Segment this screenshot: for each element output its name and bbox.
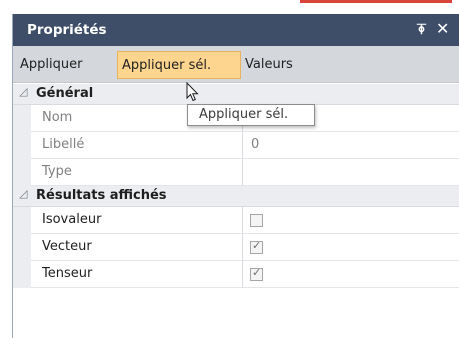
property-name: Vecteur (31, 234, 243, 261)
apply-selected-button[interactable]: Appliquer sél. (117, 51, 241, 79)
check-icon: ✓ (252, 266, 262, 279)
row-margin (13, 159, 31, 186)
apply-button[interactable]: Appliquer (17, 51, 99, 79)
pin-icon[interactable]: ⍕ (417, 20, 426, 38)
row-margin (13, 234, 31, 261)
property-row-tenseur[interactable]: Tenseur ✓ (13, 261, 459, 288)
row-margin (13, 261, 31, 288)
property-row-isovaleur[interactable]: Isovaleur (13, 207, 459, 234)
top-accent-line (300, 0, 452, 3)
property-name: Isovaleur (31, 207, 243, 234)
tooltip: Appliquer sél. (187, 104, 315, 126)
category-label: Résultats affichés (36, 188, 167, 203)
tenseur-checkbox[interactable]: ✓ (250, 266, 263, 281)
top-strip (0, 0, 459, 14)
property-value[interactable] (244, 159, 251, 186)
property-row-libelle[interactable]: Libellé 0 (13, 132, 459, 159)
properties-panel: Propriétés ⍕ ✕ Appliquer Appliquer sél. … (12, 14, 459, 338)
category-general[interactable]: ◿ Général (13, 84, 459, 105)
close-icon[interactable]: ✕ (436, 19, 449, 38)
panel-title: Propriétés (27, 22, 107, 38)
row-margin (13, 132, 31, 159)
collapse-icon[interactable]: ◿ (19, 85, 27, 98)
row-margin (13, 105, 31, 132)
property-row-vecteur[interactable]: Vecteur ✓ (13, 234, 459, 261)
panel-title-bar: Propriétés ⍕ ✕ (13, 14, 459, 46)
check-icon: ✓ (252, 239, 262, 252)
property-name: Libellé (31, 132, 243, 159)
values-button[interactable]: Valeurs (243, 51, 303, 79)
toolbar: Appliquer Appliquer sél. Valeurs (13, 46, 459, 83)
property-value[interactable]: 0 (244, 132, 259, 159)
row-margin (13, 207, 31, 234)
mouse-cursor-icon (186, 82, 199, 102)
category-displayed-results[interactable]: ◿ Résultats affichés (13, 186, 459, 207)
vecteur-checkbox[interactable]: ✓ (250, 239, 263, 254)
collapse-icon[interactable]: ◿ (19, 187, 27, 200)
property-name: Type (31, 159, 243, 186)
isovaleur-checkbox[interactable] (250, 214, 263, 227)
property-name: Tenseur (31, 261, 243, 288)
category-label: Général (36, 86, 94, 101)
property-row-type[interactable]: Type (13, 159, 459, 186)
